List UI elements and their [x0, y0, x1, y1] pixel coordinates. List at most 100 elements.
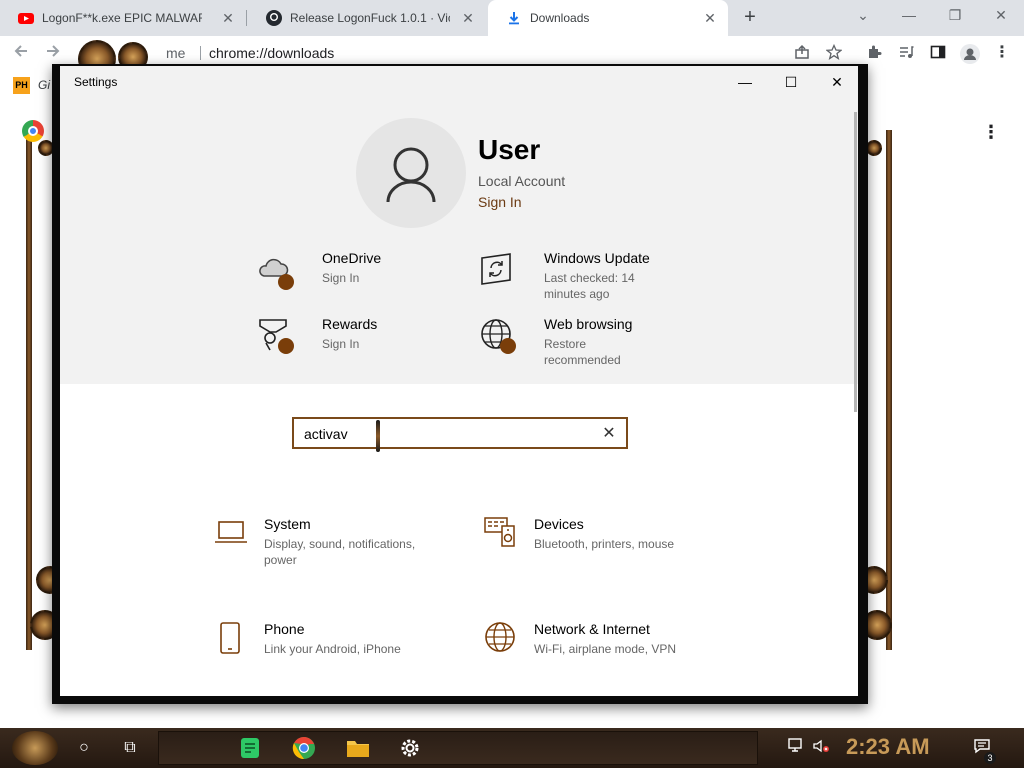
download-icon [509, 12, 519, 25]
status-badge [278, 338, 294, 354]
folder-icon [347, 741, 369, 757]
frame-pipe-left [26, 130, 32, 650]
status-badge [500, 338, 516, 354]
settings-minimize-button[interactable]: — [730, 70, 760, 94]
gear-icon [401, 739, 419, 757]
category-subtitle: Wi-Fi, airplane mode, VPN [534, 642, 677, 656]
share-icon[interactable] [793, 44, 811, 62]
quick-item-onedrive[interactable]: OneDrive Sign In [256, 250, 456, 306]
user-name: User [478, 134, 541, 165]
clear-search-button[interactable]: ✕ [600, 423, 618, 443]
notes-icon [241, 738, 259, 758]
profile-avatar-icon[interactable] [960, 44, 980, 64]
site-chip: me [166, 45, 186, 61]
taskbar: ○ ⧉ 2:23 AM [0, 728, 1024, 768]
arrow-left-icon [14, 45, 27, 57]
quick-item-title: OneDrive [322, 250, 382, 266]
close-window-button[interactable]: ✕ [978, 0, 1024, 32]
tab-search-button[interactable]: ⌄ [840, 0, 886, 32]
status-badge [278, 274, 294, 290]
user-sign-in-link[interactable]: Sign In [478, 194, 522, 210]
github-icon [266, 10, 282, 26]
taskbar-app-file-explorer[interactable] [340, 732, 376, 764]
phone-icon [220, 622, 240, 654]
media-queue-icon[interactable] [897, 44, 915, 62]
category-devices[interactable]: Devices Bluetooth, printers, mouse [484, 516, 724, 576]
window-title: Settings [74, 75, 118, 89]
tab-title: Downloads [530, 11, 590, 25]
taskbar-clock[interactable]: 2:23 AM [846, 734, 930, 760]
bookmark-star-icon[interactable] [825, 43, 843, 62]
task-view-button[interactable]: ⧉ [112, 732, 148, 764]
restore-button[interactable]: ❐ [932, 0, 978, 32]
search-input[interactable] [304, 424, 594, 444]
globe-icon [485, 622, 515, 652]
devices-icon [484, 517, 515, 547]
volume-muted-icon[interactable] [811, 738, 831, 758]
side-panel-icon[interactable] [929, 44, 947, 62]
quick-item-title: Rewards [322, 316, 378, 332]
tab-close-button[interactable]: ✕ [220, 10, 236, 27]
category-title: Devices [534, 516, 584, 532]
settings-maximize-button[interactable]: ☐ [776, 70, 806, 94]
forward-button[interactable] [42, 42, 64, 64]
frame-pipe-right [886, 130, 892, 650]
back-button[interactable] [10, 42, 32, 64]
youtube-icon [18, 13, 34, 24]
tab-downloads[interactable]: Downloads ✕ [488, 0, 728, 36]
tab-youtube[interactable]: LogonF**k.exe EPIC MALWARE ✕ [0, 0, 246, 36]
extensions-icon[interactable] [865, 44, 883, 62]
category-title: Network & Internet [534, 621, 650, 637]
category-subtitle: Link your Android, iPhone [264, 642, 401, 656]
start-button[interactable] [12, 731, 58, 765]
quick-item-title: Windows Update [544, 250, 650, 266]
quick-item-web-browsing[interactable]: Web browsing Restore recommended [478, 316, 678, 372]
laptop-icon [215, 521, 247, 543]
category-phone[interactable]: Phone Link your Android, iPhone [214, 621, 454, 681]
quick-item-subtitle: Restore recommended [544, 337, 621, 367]
taskbar-app-chrome[interactable] [286, 732, 322, 764]
arrow-right-icon [47, 45, 60, 57]
quick-item-rewards[interactable]: Rewards Sign In [256, 316, 456, 372]
category-title: System [264, 516, 311, 532]
chrome-icon [292, 736, 315, 760]
browser-tab-strip: LogonF**k.exe EPIC MALWARE ✕ Release Log… [0, 0, 1024, 36]
category-system[interactable]: System Display, sound, notifications, po… [214, 516, 454, 576]
cortana-button[interactable]: ○ [66, 732, 102, 764]
quick-item-title: Web browsing [544, 316, 633, 332]
user-icon [386, 147, 436, 203]
category-subtitle: Bluetooth, printers, mouse [534, 537, 675, 551]
downloads-menu-button[interactable]: ⋮ [982, 122, 1000, 143]
quick-item-subtitle: Sign In [322, 271, 360, 285]
quick-item-windows-update[interactable]: Windows Update Last checked: 14 minutes … [478, 250, 678, 306]
tab-title: Release LogonFuck 1.0.1 · Vicha [290, 11, 450, 25]
address-bar[interactable]: me chrome://downloads [108, 40, 848, 66]
category-title: Phone [264, 621, 305, 637]
settings-scrollbar[interactable] [854, 112, 857, 412]
tab-separator [246, 10, 247, 26]
update-icon [481, 253, 511, 285]
chrome-menu-icon[interactable]: ⋮ [993, 44, 1011, 62]
chrome-logo-icon [22, 120, 44, 142]
gear-ornament [866, 140, 882, 156]
tab-close-button[interactable]: ✕ [460, 10, 476, 27]
quick-item-subtitle: Last checked: 14 minutes ago [544, 271, 635, 301]
tab-github[interactable]: Release LogonFuck 1.0.1 · Vicha ✕ [248, 0, 486, 36]
settings-close-button[interactable]: ✕ [822, 70, 852, 94]
mouse-cursor [376, 420, 380, 452]
notification-count-badge: 3 [984, 752, 996, 764]
settings-titlebar[interactable]: Settings — ☐ ✕ [60, 66, 858, 98]
url-text[interactable]: chrome://downloads [209, 45, 334, 61]
taskbar-app-notes[interactable] [232, 732, 268, 764]
taskbar-app-settings[interactable] [392, 732, 428, 764]
settings-search-box[interactable]: ✕ [292, 417, 628, 449]
minimize-button[interactable]: — [886, 0, 932, 32]
bookmark-favicon[interactable]: PH [13, 77, 30, 94]
user-avatar[interactable] [356, 118, 466, 228]
network-icon[interactable] [787, 738, 807, 758]
new-tab-button[interactable]: + [738, 6, 762, 30]
omnibox-separator [200, 46, 201, 60]
category-network[interactable]: Network & Internet Wi-Fi, airplane mode,… [484, 621, 724, 681]
tab-close-button[interactable]: ✕ [702, 10, 718, 27]
bookmark-label[interactable]: Gi [38, 78, 50, 92]
